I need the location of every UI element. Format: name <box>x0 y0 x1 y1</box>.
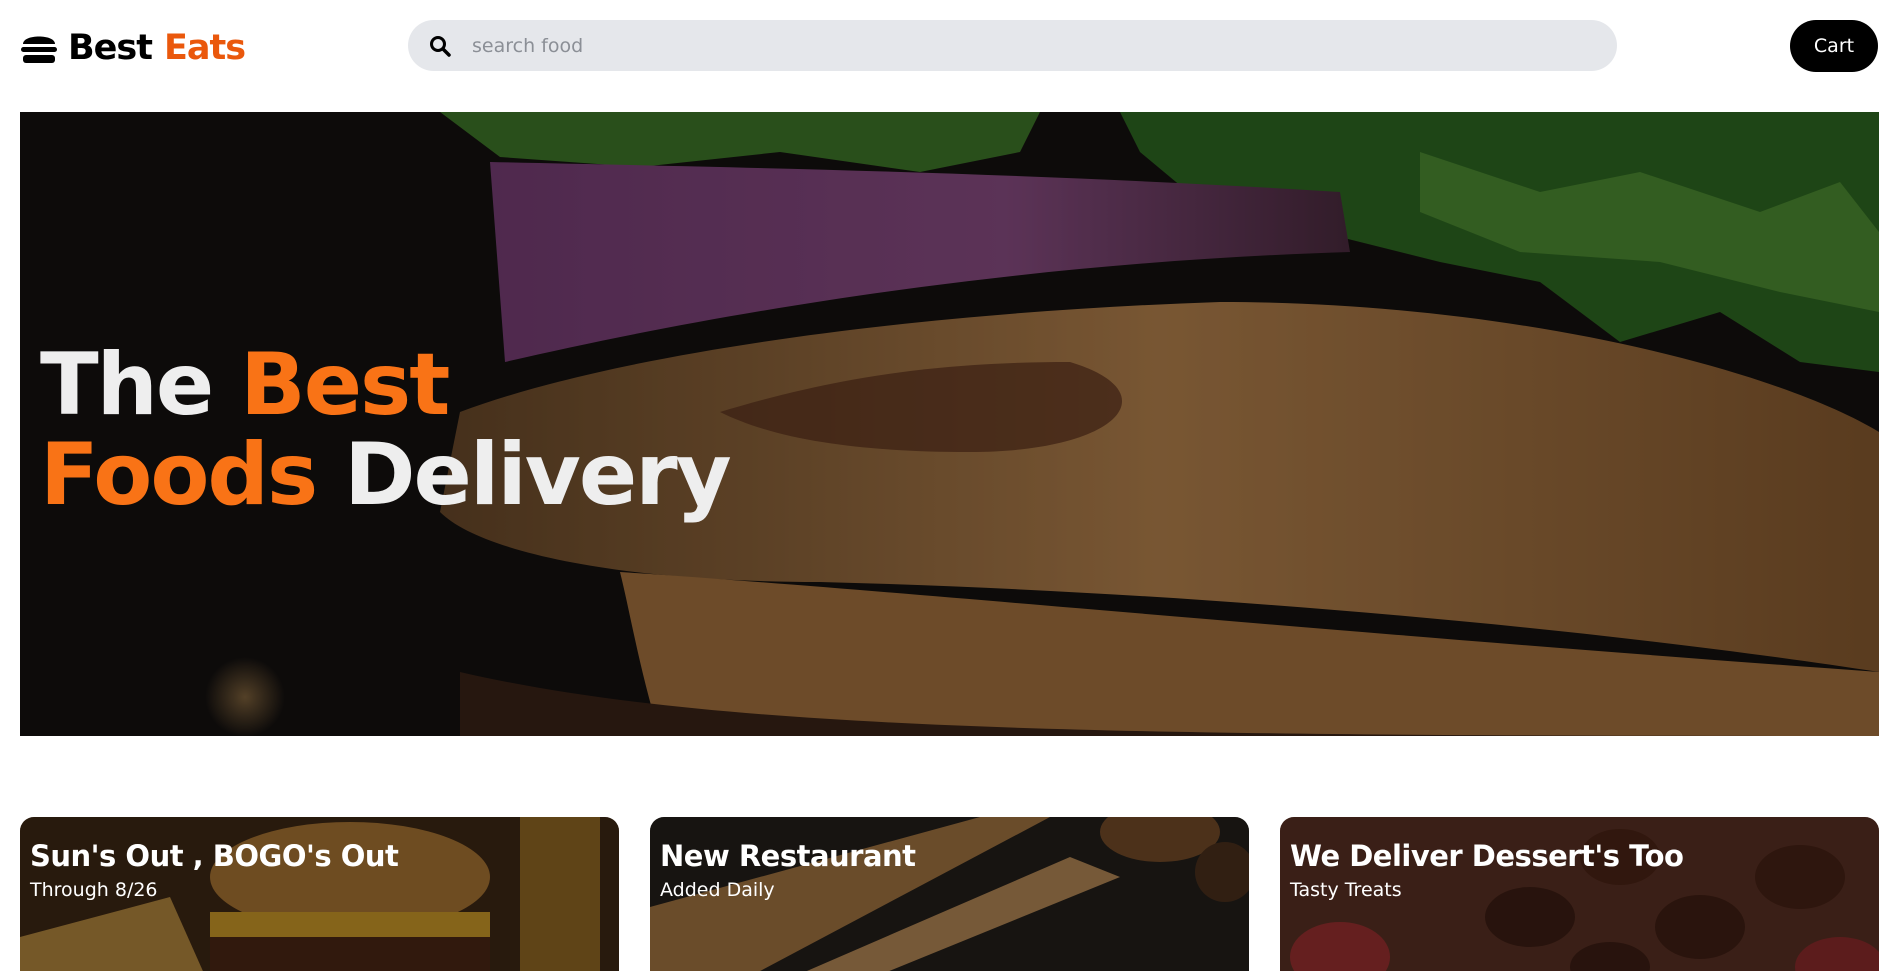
brand-logo[interactable]: Best Eats <box>20 26 246 70</box>
search-icon <box>430 35 451 57</box>
search-input[interactable] <box>472 34 1572 57</box>
card-subtitle: Added Daily <box>660 879 775 901</box>
brand-name-first: Best <box>68 28 153 68</box>
hero-banner: The Best Foods Delivery <box>20 112 1879 736</box>
card-title: New Restaurant <box>660 839 916 873</box>
promo-card-bogo[interactable]: Sun's Out , BOGO's Out Through 8/26 <box>20 817 619 971</box>
headline-delivery: Delivery <box>344 425 732 525</box>
headline-the: The <box>40 335 214 435</box>
navbar: Best Eats Cart <box>0 0 1891 96</box>
hero-headline: The Best Foods Delivery <box>40 340 732 520</box>
brand-name-second: Eats <box>163 28 246 68</box>
headline-best: Best <box>240 335 450 435</box>
promo-card-dessert[interactable]: We Deliver Dessert's Too Tasty Treats <box>1280 817 1879 971</box>
card-subtitle: Through 8/26 <box>30 879 158 901</box>
headline-foods: Foods <box>40 425 318 525</box>
hamburger-icon <box>21 36 57 63</box>
card-subtitle: Tasty Treats <box>1290 879 1402 901</box>
card-title: We Deliver Dessert's Too <box>1290 839 1684 873</box>
promo-cards: Sun's Out , BOGO's Out Through 8/26 New … <box>20 817 1879 971</box>
search-bar[interactable] <box>408 20 1617 71</box>
promo-card-new-restaurant[interactable]: New Restaurant Added Daily <box>650 817 1249 971</box>
card-title: Sun's Out , BOGO's Out <box>30 839 399 873</box>
cart-button[interactable]: Cart <box>1790 20 1878 72</box>
